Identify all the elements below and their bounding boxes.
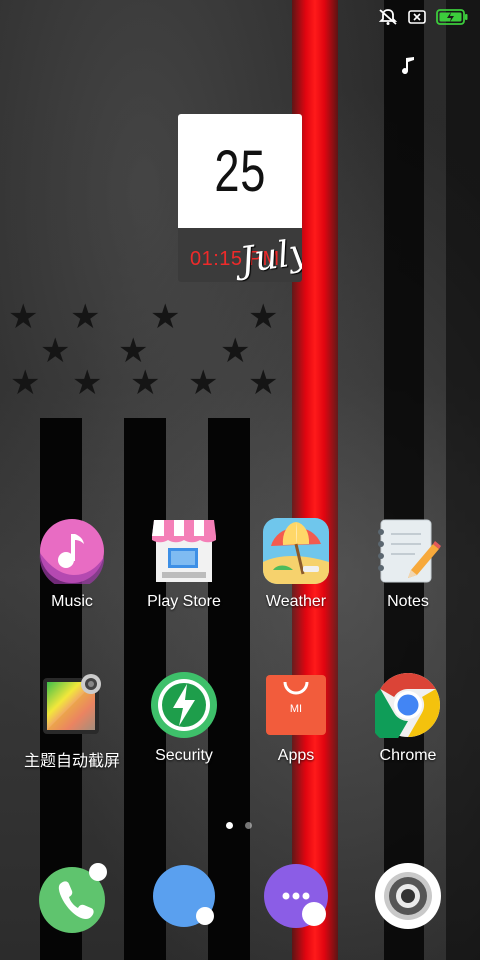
star-icon: ★ — [248, 364, 279, 402]
clock-month: July — [237, 231, 302, 282]
clock-time-panel: 01:15 PM July — [178, 228, 302, 282]
phone-icon — [38, 863, 110, 938]
notes-icon — [375, 518, 441, 584]
chat-icon — [262, 864, 334, 938]
wallpaper-stripe — [384, 0, 424, 960]
app-security[interactable]: Security — [128, 672, 240, 765]
star-icon: ★ — [118, 332, 149, 370]
app-label: Music — [51, 593, 93, 610]
app-apps[interactable]: MI Apps — [240, 672, 352, 765]
weather-icon — [263, 518, 329, 584]
app-notes[interactable]: Notes — [352, 518, 464, 611]
apps-badge: MI — [290, 703, 302, 715]
app-play-store[interactable]: Play Store — [128, 518, 240, 611]
star-icon: ★ — [10, 364, 41, 402]
page-dot-active[interactable] — [226, 822, 233, 829]
music-icon — [39, 518, 105, 590]
sim-off-icon — [408, 10, 426, 24]
star-icon: ★ — [130, 364, 161, 402]
app-label: Security — [155, 747, 213, 764]
star-icon: ★ — [150, 298, 181, 336]
chrome-icon — [368, 672, 441, 745]
app-weather[interactable]: Weather — [240, 518, 352, 611]
notifications-off-icon — [378, 8, 398, 26]
messages-icon — [150, 865, 222, 938]
music-note-icon[interactable] — [400, 56, 416, 79]
star-icon: ★ — [72, 364, 103, 402]
star-icon: ★ — [40, 332, 71, 370]
star-icon: ★ — [188, 364, 219, 402]
star-icon: ★ — [70, 298, 101, 336]
app-label: Notes — [387, 593, 429, 610]
screenshot-theme-icon — [39, 672, 105, 738]
dock-phone[interactable] — [38, 862, 110, 934]
clock-widget[interactable]: 25 01:15 PM July — [178, 114, 302, 282]
app-label: Weather — [265, 593, 327, 610]
dock-camera[interactable] — [374, 862, 446, 934]
page-indicator — [226, 822, 252, 829]
apps-store-icon: MI — [263, 672, 329, 738]
security-icon — [151, 672, 217, 738]
app-label: Apps — [277, 747, 315, 764]
star-icon: ★ — [248, 298, 279, 336]
wallpaper-stripe — [446, 0, 480, 960]
dock-messages[interactable] — [150, 862, 222, 934]
app-label: Chrome — [379, 747, 437, 764]
app-screenshot-theme[interactable]: 主题自动截屏 — [16, 672, 128, 771]
page-dot[interactable] — [245, 822, 252, 829]
dock-chat[interactable] — [262, 862, 334, 934]
app-chrome[interactable]: Chrome — [352, 672, 464, 765]
battery-charging-icon — [436, 9, 468, 25]
app-label: 主题自动截屏 — [23, 753, 120, 770]
app-label: Play Store — [147, 593, 221, 610]
clock-date-panel: 25 — [178, 114, 302, 228]
clock-day: 25 — [214, 138, 266, 204]
camera-icon — [374, 863, 446, 938]
star-icon: ★ — [8, 298, 39, 336]
status-bar — [378, 6, 468, 28]
star-icon: ★ — [220, 332, 251, 370]
app-music[interactable]: Music — [16, 518, 128, 611]
play-store-icon — [151, 518, 217, 584]
